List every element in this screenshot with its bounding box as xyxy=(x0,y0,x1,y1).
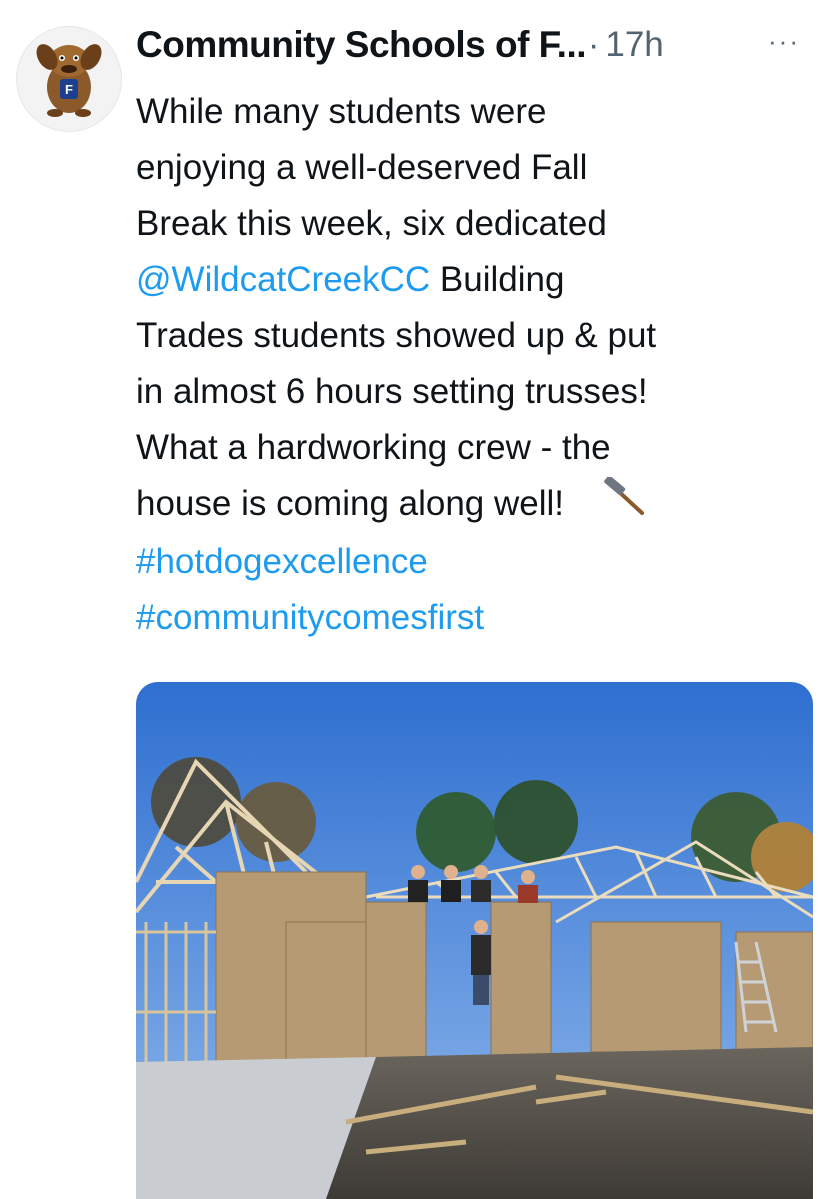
tweet-body: While many students were enjoying a well… xyxy=(136,84,816,646)
timestamp[interactable]: 17h xyxy=(605,25,663,65)
tweet-line: enjoying a well-deserved Fall xyxy=(136,148,588,187)
hammer-icon xyxy=(602,475,646,534)
tweet-line: house is coming along well! xyxy=(136,475,816,534)
tweet-photo[interactable] xyxy=(136,682,813,1199)
avatar[interactable]: F xyxy=(16,26,122,132)
tweet-line: Trades students showed up & put xyxy=(136,316,657,355)
mention-link[interactable]: @WildcatCreekCC xyxy=(136,260,430,299)
svg-text:F: F xyxy=(65,82,73,97)
tweet-line: #communitycomesfirst xyxy=(136,590,816,646)
tweet-line: #hotdogexcellence xyxy=(136,534,816,590)
tweet-line: @WildcatCreekCC Building xyxy=(136,252,816,308)
more-options-icon[interactable]: ··· xyxy=(768,26,800,57)
tweet-line: in almost 6 hours setting trusses! xyxy=(136,372,648,411)
tweet-line-text: house is coming along well! xyxy=(136,484,565,523)
hashtag-link[interactable]: #hotdogexcellence xyxy=(136,542,428,581)
tweet-line: What a hardworking crew - the xyxy=(136,428,611,467)
tweet-line: While many students were xyxy=(136,92,547,131)
tweet-line: Break this week, six dedicated xyxy=(136,204,607,243)
tweet-line-rest: Building xyxy=(430,260,565,299)
hotdog-dog-mascot-icon: F xyxy=(36,44,102,117)
author-name[interactable]: Community Schools of F... xyxy=(136,24,587,66)
hashtag-link[interactable]: #communitycomesfirst xyxy=(136,598,484,637)
header-separator: · xyxy=(588,25,600,64)
construction-photo xyxy=(136,682,813,1199)
tweet-header: Community Schools of F... · 17h ··· xyxy=(136,20,806,70)
